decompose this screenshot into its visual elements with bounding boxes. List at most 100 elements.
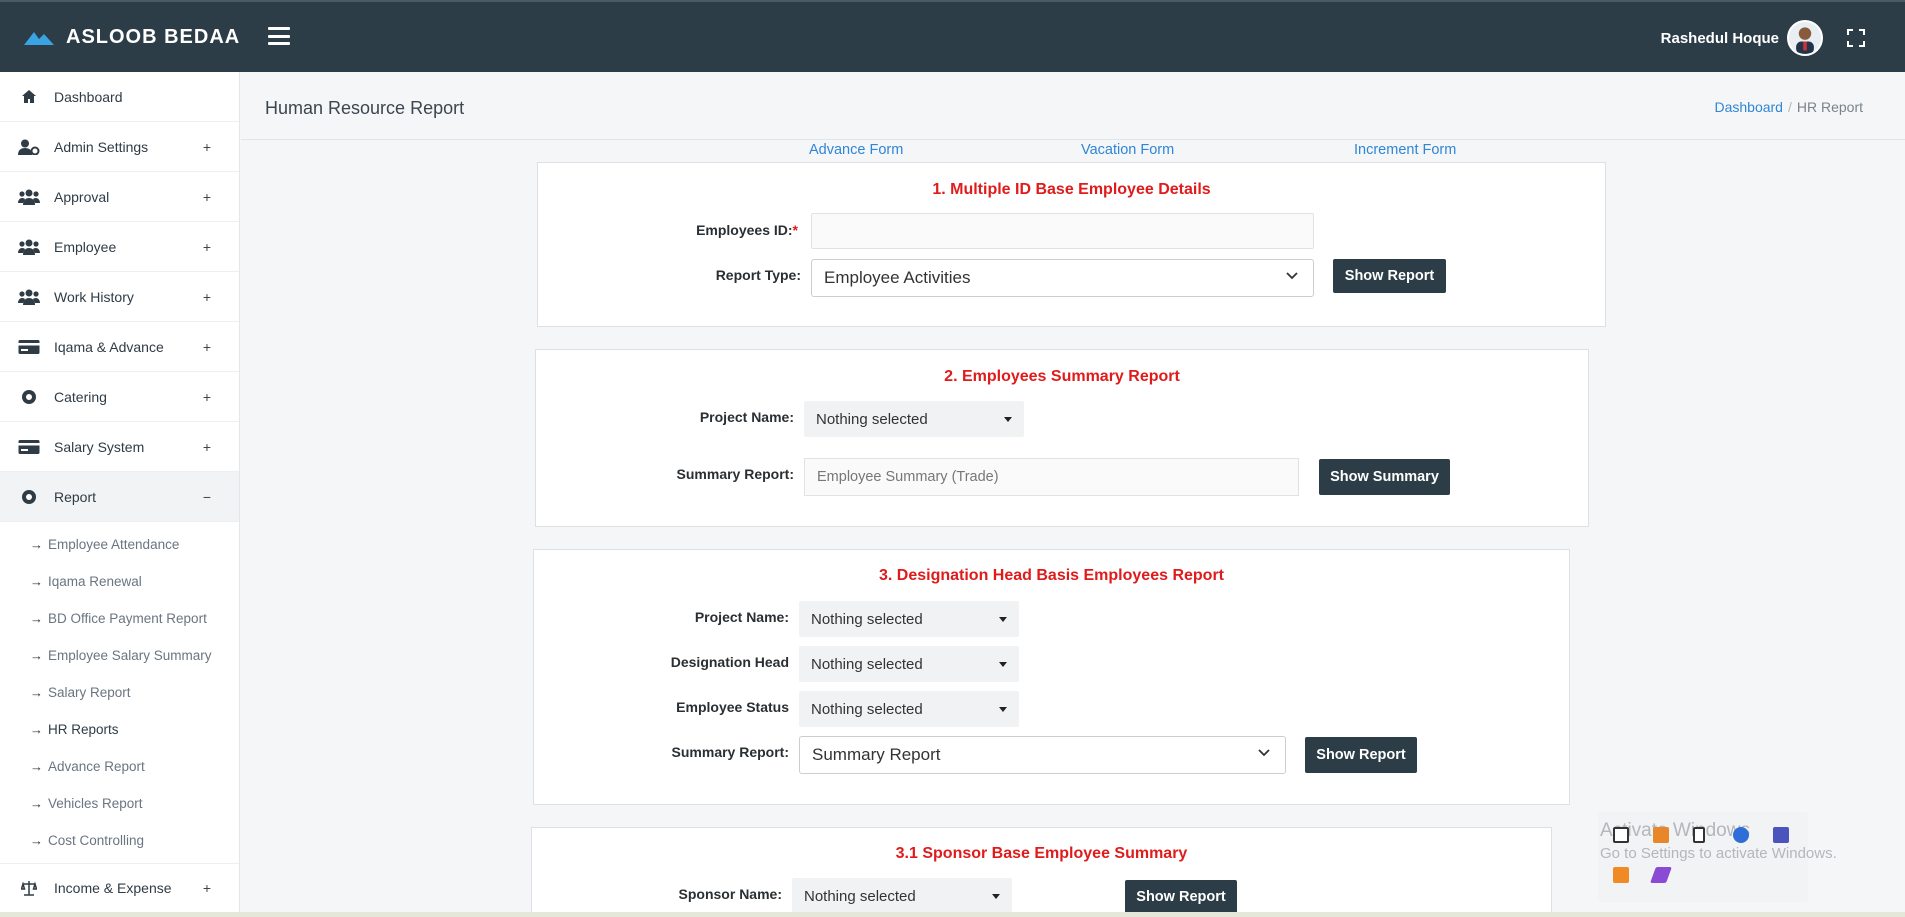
breadcrumb-dashboard-link[interactable]: Dashboard	[1714, 99, 1783, 115]
page-title: Human Resource Report	[265, 98, 465, 118]
expand-icon[interactable]: +	[203, 189, 211, 205]
user-menu[interactable]: Rashedul Hoque	[1661, 20, 1823, 56]
project-name-label: Project Name:	[699, 409, 794, 425]
caret-down-icon	[999, 662, 1007, 667]
expand-icon[interactable]: +	[203, 389, 211, 405]
increment-form-link[interactable]: Increment Form	[1354, 142, 1456, 158]
tray-app-icon[interactable]	[1613, 867, 1629, 883]
designation-head-dropdown[interactable]: Nothing selected	[799, 646, 1019, 682]
expand-icon[interactable]: +	[203, 139, 211, 155]
sidebar-item-admin-settings[interactable]: Admin Settings +	[0, 122, 239, 172]
employee-status-dropdown[interactable]: Nothing selected	[799, 691, 1019, 727]
tray-usb-icon[interactable]	[1693, 827, 1705, 843]
sidebar-item-approval[interactable]: Approval +	[0, 172, 239, 222]
summary-report-label: Summary Report:	[671, 744, 789, 760]
submenu-item-employee-attendance[interactable]: → Employee Attendance	[0, 526, 239, 563]
sidebar-item-income-expense[interactable]: Income & Expense +	[0, 863, 239, 913]
show-summary-button[interactable]: Show Summary	[1319, 459, 1450, 495]
menu-toggle-icon[interactable]	[268, 27, 290, 45]
fullscreen-icon[interactable]	[1847, 29, 1865, 47]
expand-icon[interactable]: +	[203, 289, 211, 305]
section-employees-summary-report: 2. Employees Summary Report Project Name…	[535, 349, 1589, 527]
collapse-icon[interactable]: −	[203, 489, 211, 505]
card-icon	[18, 338, 40, 356]
submenu-item-employee-salary-summary[interactable]: → Employee Salary Summary	[0, 637, 239, 674]
arrow-right-icon: →	[30, 722, 43, 737]
show-report-button[interactable]: Show Report	[1333, 259, 1446, 293]
users-icon	[18, 288, 40, 306]
expand-icon[interactable]: +	[203, 439, 211, 455]
submenu-item-advance-report[interactable]: → Advance Report	[0, 748, 239, 785]
sponsor-name-label: Sponsor Name:	[678, 886, 782, 902]
project-name-dropdown[interactable]: Nothing selected	[799, 601, 1019, 637]
sidebar-item-label: Catering	[54, 388, 107, 405]
submenu-item-salary-report[interactable]: → Salary Report	[0, 674, 239, 711]
project-name-dropdown[interactable]: Nothing selected	[804, 401, 1024, 437]
circle-dot-icon	[18, 388, 40, 406]
submenu-item-iqama-renewal[interactable]: → Iqama Renewal	[0, 563, 239, 600]
tray-teams-icon[interactable]	[1773, 827, 1789, 843]
section-title: 3.1 Sponsor Base Employee Summary	[895, 845, 1188, 862]
sidebar-item-iqama-advance[interactable]: Iqama & Advance +	[0, 322, 239, 372]
sidebar-item-label: Salary System	[54, 438, 145, 455]
chevron-down-icon	[1258, 749, 1270, 757]
scale-icon	[18, 879, 40, 897]
tray-app-icon[interactable]	[1613, 827, 1629, 843]
submenu-item-bd-office-payment-report[interactable]: → BD Office Payment Report	[0, 600, 239, 637]
report-submenu: → Employee Attendance → Iqama Renewal → BD …	[0, 522, 239, 863]
brand[interactable]: ASLOOB BEDAA	[24, 26, 240, 49]
summary-report-field[interactable]: Employee Summary (Trade)	[804, 458, 1299, 496]
submenu-item-vehicles-report[interactable]: → Vehicles Report	[0, 785, 239, 822]
arrow-right-icon: →	[30, 611, 43, 626]
users-icon	[18, 188, 40, 206]
tray-app-icon[interactable]	[1653, 827, 1669, 843]
home-icon	[18, 88, 40, 106]
sidebar-item-dashboard[interactable]: Dashboard	[0, 72, 239, 122]
sidebar-item-label: Dashboard	[54, 88, 123, 105]
caret-down-icon	[999, 617, 1007, 622]
sidebar-item-catering[interactable]: Catering +	[0, 372, 239, 422]
sidebar-item-label: Iqama & Advance	[54, 338, 164, 355]
arrow-right-icon: →	[30, 833, 43, 848]
arrow-right-icon: →	[30, 648, 43, 663]
arrow-right-icon: →	[30, 574, 43, 589]
designation-head-label: Designation Head	[670, 654, 789, 670]
top-bar: ASLOOB BEDAA Rashedul Hoque	[0, 0, 1905, 72]
section-designation-head-report: 3. Designation Head Basis Employees Repo…	[533, 549, 1570, 805]
breadcrumb-separator: /	[1787, 99, 1792, 115]
project-name-label: Project Name:	[694, 609, 789, 625]
submenu-item-cost-controlling[interactable]: → Cost Controlling	[0, 822, 239, 859]
vacation-form-link[interactable]: Vacation Form	[1081, 142, 1174, 158]
avatar[interactable]	[1787, 20, 1823, 56]
chevron-down-icon	[1286, 272, 1298, 280]
bottom-strip	[0, 912, 1905, 917]
arrow-right-icon: →	[30, 685, 43, 700]
employees-id-input[interactable]	[811, 213, 1314, 249]
breadcrumb: Dashboard / HR Report	[1714, 99, 1863, 115]
section-title: 1. Multiple ID Base Employee Details	[932, 181, 1211, 198]
expand-icon[interactable]: +	[203, 239, 211, 255]
sidebar-item-salary-system[interactable]: Salary System +	[0, 422, 239, 472]
user-name: Rashedul Hoque	[1660, 29, 1779, 47]
summary-report-select[interactable]: Summary Report	[799, 736, 1286, 774]
show-report-button[interactable]: Show Report	[1125, 880, 1237, 914]
sidebar-item-label: Report	[54, 488, 97, 505]
section-sponsor-base-summary: 3.1 Sponsor Base Employee Summary Sponso…	[531, 827, 1552, 917]
report-type-select[interactable]: Employee Activities	[811, 259, 1314, 297]
sidebar-item-label: Work History	[54, 288, 134, 305]
breadcrumb-current: HR Report	[1796, 99, 1863, 115]
sponsor-name-dropdown[interactable]: Nothing selected	[792, 878, 1012, 914]
expand-icon[interactable]: +	[203, 880, 211, 896]
employee-status-label: Employee Status	[676, 699, 789, 715]
tray-security-icon[interactable]	[1733, 827, 1749, 843]
submenu-item-hr-reports[interactable]: → HR Reports	[0, 711, 239, 748]
expand-icon[interactable]: +	[203, 339, 211, 355]
sidebar-item-report[interactable]: Report −	[0, 472, 239, 522]
advance-form-link[interactable]: Advance Form	[809, 142, 903, 158]
sidebar-item-work-history[interactable]: Work History +	[0, 272, 239, 322]
sidebar-item-employee[interactable]: Employee +	[0, 222, 239, 272]
sidebar-item-label: Employee	[54, 238, 117, 255]
arrow-right-icon: →	[30, 759, 43, 774]
show-report-button[interactable]: Show Report	[1305, 737, 1417, 773]
user-gear-icon	[18, 138, 40, 156]
